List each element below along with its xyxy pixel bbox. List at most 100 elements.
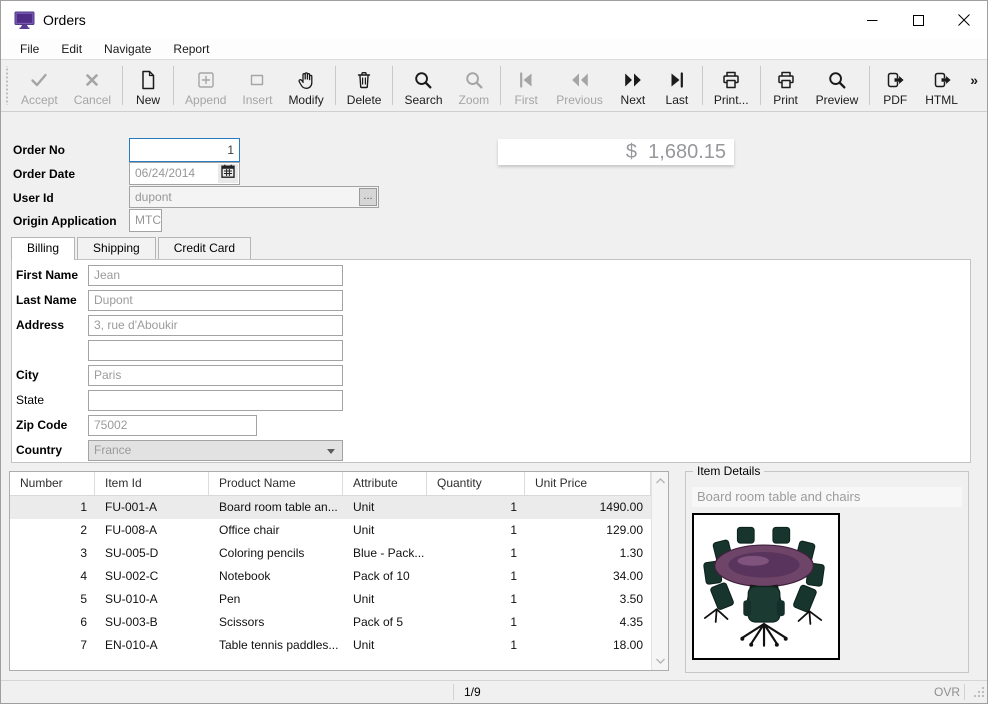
state-field[interactable] [88,390,343,411]
chevron-down-icon [327,449,335,454]
column-header-product-name[interactable]: Product Name [209,472,343,495]
toolbar-insert-button[interactable]: Insert [234,62,280,109]
magnifier-icon [462,67,486,92]
table-row[interactable]: 6SU-003-BScissorsPack of 514.35 [10,611,651,634]
printer-icon [774,67,798,92]
table-cell: FU-008-A [95,519,209,542]
toolbar-cancel-button[interactable]: Cancel [66,62,119,109]
order-date-field[interactable]: 06/24/2014 [129,162,240,185]
column-header-quantity[interactable]: Quantity [427,472,525,495]
toolbar-button-label: Append [185,93,226,107]
status-bar: 1/9 OVR [1,680,987,703]
toolbar-search-button[interactable]: Search [396,62,450,109]
origin-application-field[interactable]: MTC [129,209,162,232]
last-name-label: Last Name [16,293,77,307]
column-header-attribute[interactable]: Attribute [343,472,427,495]
calendar-picker-button[interactable] [218,164,238,183]
toolbar-new-button[interactable]: New [126,62,170,109]
order-no-field[interactable]: 1 [129,138,240,162]
maximize-button[interactable] [895,1,941,39]
toolbar-modify-button[interactable]: Modify [280,62,331,109]
order-date-value: 06/24/2014 [135,166,195,180]
table-row[interactable]: 4SU-002-CNotebookPack of 10134.00 [10,565,651,588]
table-cell: 1 [427,588,525,611]
tab-billing[interactable]: Billing [11,237,75,260]
toolbar-print-button[interactable]: Print [764,62,808,109]
city-label: City [16,368,39,382]
close-button[interactable] [941,1,987,39]
resize-grip-icon[interactable] [974,687,985,701]
toolbar-first-button[interactable]: First [504,62,548,109]
address2-field[interactable] [88,340,343,361]
tab-credit-card[interactable]: Credit Card [158,237,251,259]
table-row[interactable]: 1FU-001-ABoard room table an...Unit11490… [10,496,651,519]
table-cell: Coloring pencils [209,542,343,565]
user-id-browse-button[interactable]: ... [359,188,377,206]
toolbar-preview-button[interactable]: Preview [808,62,867,109]
table-cell: Office chair [209,519,343,542]
toolbar-button-label: Search [404,93,442,107]
toolbar-pdf-button[interactable]: PDF [873,62,917,109]
toolbar-zoom-button[interactable]: Zoom [451,62,498,109]
order-total-field: $ 1,680.15 [498,139,734,165]
column-header-number[interactable]: Number [10,472,95,495]
table-cell: Scissors [209,611,343,634]
status-separator [453,684,454,700]
table-scrollbar[interactable] [651,472,668,670]
menu-item-report[interactable]: Report [162,40,220,58]
toolbar-delete-button[interactable]: Delete [339,62,390,109]
user-id-field[interactable]: dupont ... [129,186,379,208]
city-row: City Paris [12,365,970,386]
next-icon [621,67,645,92]
toolbar-next-button[interactable]: Next [611,62,655,109]
last-icon [665,67,689,92]
menu-item-file[interactable]: File [9,40,50,58]
scroll-up-icon[interactable] [652,473,668,489]
country-dropdown[interactable]: France [88,440,343,461]
table-cell: Pen [209,588,343,611]
toolbar-previous-button[interactable]: Previous [548,62,611,109]
address-label: Address [16,318,64,332]
table-row[interactable]: 3SU-005-DColoring pencilsBlue - Pack...1… [10,542,651,565]
toolbar-button-label: Print [773,93,798,107]
city-field[interactable]: Paris [88,365,343,386]
table-row[interactable]: 5SU-010-APenUnit13.50 [10,588,651,611]
table-cell: 18.00 [525,634,651,657]
toolbar-print-button[interactable]: Print... [706,62,757,109]
table-cell: Unit [343,519,427,542]
export-icon [883,67,907,92]
menu-item-navigate[interactable]: Navigate [93,40,162,58]
tab-shipping[interactable]: Shipping [77,237,156,259]
zip-code-field[interactable]: 75002 [88,415,257,436]
country-label: Country [16,443,62,457]
last-name-field[interactable]: Dupont [88,290,343,311]
first-name-field[interactable]: Jean [88,265,343,286]
order-no-label: Order No [13,143,65,157]
table-row[interactable]: 7EN-010-ATable tennis paddles...Unit118.… [10,634,651,657]
printer-icon [719,67,743,92]
column-header-unit-price[interactable]: Unit Price [525,472,651,495]
toolbar-drag-handle[interactable] [4,66,10,105]
scroll-down-icon[interactable] [652,653,668,669]
title-bar: Orders [1,1,987,39]
toolbar-button-label: Previous [556,93,603,107]
previous-icon [568,67,592,92]
table-row[interactable]: 2FU-008-AOffice chairUnit1129.00 [10,519,651,542]
address-field[interactable]: 3, rue d'Aboukir [88,315,343,336]
toolbar-button-label: Preview [816,93,859,107]
item-name-field: Board room table and chairs [692,487,962,507]
table-cell: 4 [10,565,95,588]
toolbar-last-button[interactable]: Last [655,62,699,109]
export-icon [930,67,954,92]
menu-item-edit[interactable]: Edit [50,40,93,58]
minimize-button[interactable] [849,1,895,39]
toolbar-append-button[interactable]: Append [177,62,234,109]
item-details-group: Item Details Board room table and chairs [685,471,969,673]
menu-bar: FileEditNavigateReport [1,39,987,59]
toolbar-overflow-button[interactable]: » [970,72,983,100]
table-header-row: NumberItem IdProduct NameAttributeQuanti… [10,472,651,496]
table-cell: 1 [10,496,95,519]
toolbar-accept-button[interactable]: Accept [13,62,66,109]
toolbar-html-button[interactable]: HTML [917,62,966,109]
column-header-item-id[interactable]: Item Id [95,472,209,495]
